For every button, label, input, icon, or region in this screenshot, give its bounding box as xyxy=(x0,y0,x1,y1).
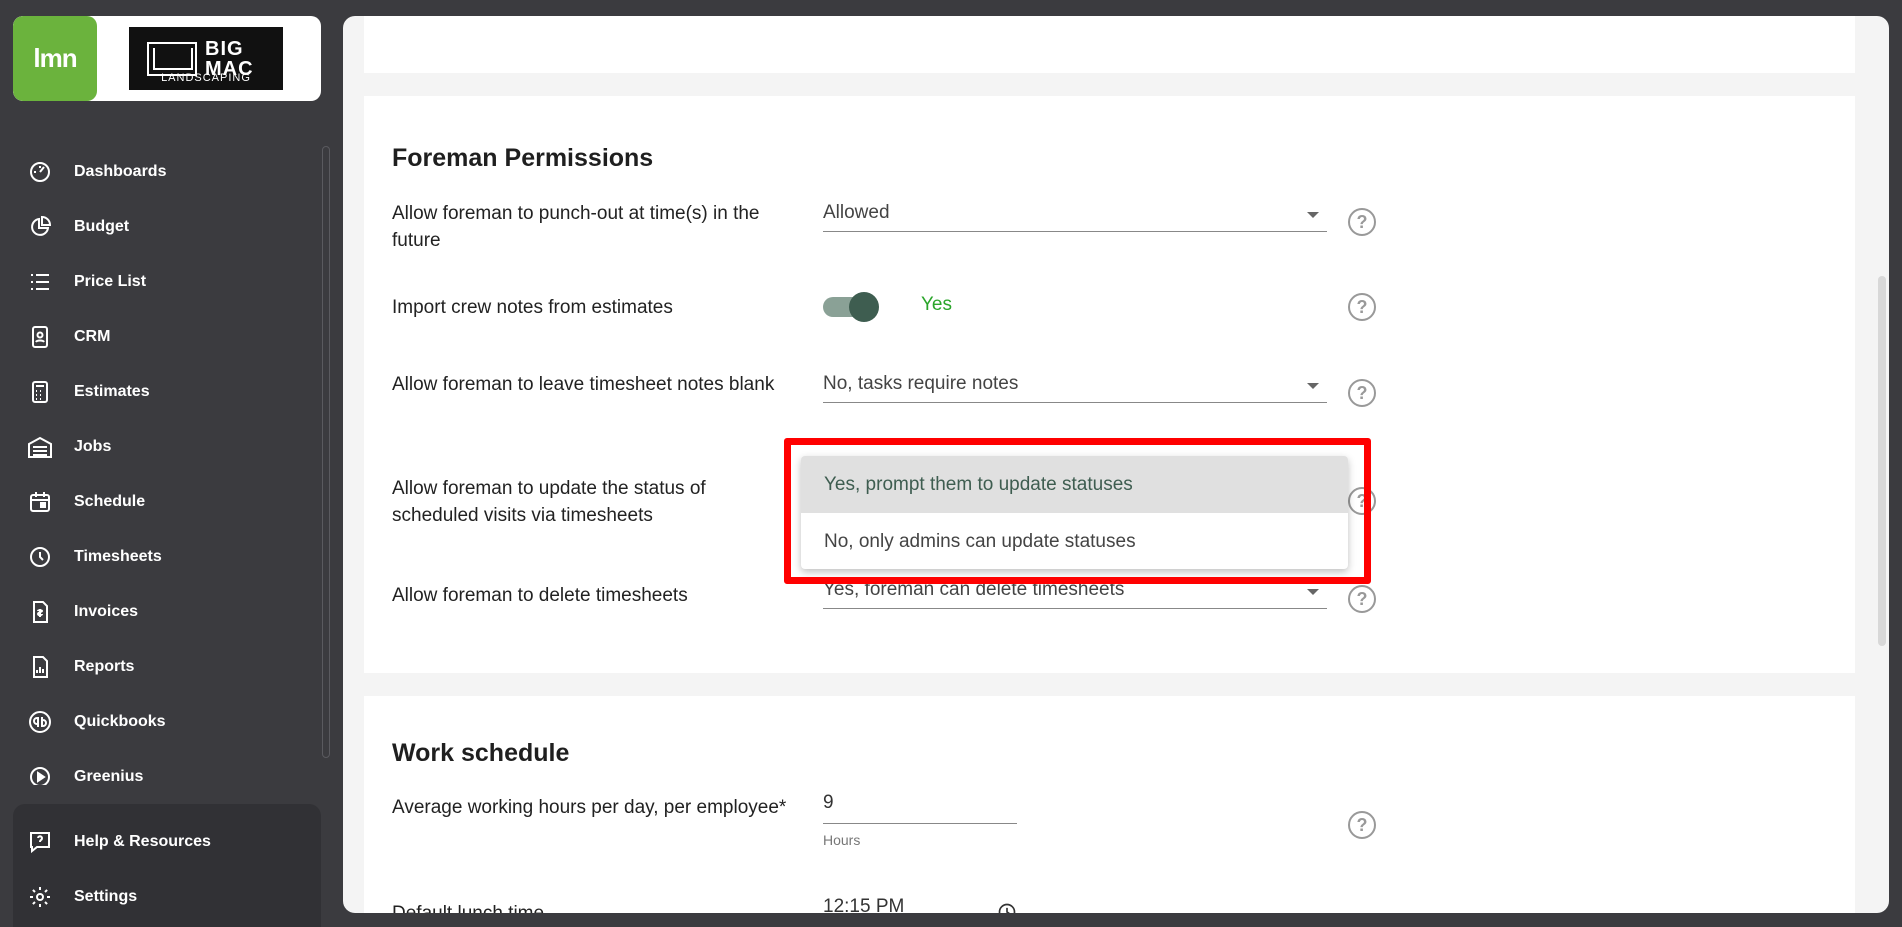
sidebar-nav: Dashboards Budget Price List CRM Estimat… xyxy=(0,145,320,785)
annotation-highlight-box xyxy=(784,438,1371,584)
timesheet-notes-label: Allow foreman to leave timesheet notes b… xyxy=(392,374,775,395)
input-value: 9 xyxy=(823,792,834,813)
company-logo-mark xyxy=(147,41,197,76)
sidebar-item-schedule[interactable]: Schedule xyxy=(0,482,320,522)
sidebar-scrollbar[interactable] xyxy=(322,146,330,758)
punch-out-label: Allow foreman to punch-out at time(s) in… xyxy=(392,203,760,251)
sidebar-item-settings[interactable]: Settings xyxy=(0,877,320,917)
lunch-time-label: Default lunch time xyxy=(392,900,792,913)
sidebar-item-estimates[interactable]: Estimates xyxy=(0,372,320,412)
calendar-icon xyxy=(27,489,53,515)
garage-icon xyxy=(27,434,53,460)
delete-timesheets-label: Allow foreman to delete timesheets xyxy=(392,585,688,606)
sidebar-item-label: Greenius xyxy=(74,768,144,785)
logo-box: lmn BIG MAC LANDSCAPING xyxy=(13,16,321,101)
sidebar-item-label: Price List xyxy=(74,273,147,290)
input-value: 12:15 PM xyxy=(823,896,905,913)
clock-icon xyxy=(27,544,53,570)
contact-card-icon xyxy=(27,324,53,350)
sidebar-item-jobs[interactable]: Jobs xyxy=(0,427,320,467)
list-icon xyxy=(27,269,53,295)
sidebar-item-help[interactable]: Help & Resources xyxy=(0,822,320,862)
sidebar-item-label: Quickbooks xyxy=(74,713,166,730)
sidebar-item-label: CRM xyxy=(74,328,111,345)
sidebar: lmn BIG MAC LANDSCAPING Dashboards Budge… xyxy=(0,0,335,927)
import-notes-label: Import crew notes from estimates xyxy=(392,297,673,318)
help-icon[interactable]: ? xyxy=(1348,379,1376,407)
help-chat-icon xyxy=(27,829,53,855)
sidebar-item-label: Jobs xyxy=(74,438,112,455)
sidebar-item-label: Estimates xyxy=(74,383,150,400)
timesheet-notes-select[interactable]: No, tasks require notes xyxy=(823,363,1327,403)
invoice-icon xyxy=(27,599,53,625)
sidebar-item-price-list[interactable]: Price List xyxy=(0,262,320,302)
sidebar-item-label: Schedule xyxy=(74,493,146,510)
help-icon[interactable]: ? xyxy=(1348,585,1376,613)
sidebar-item-label: Help & Resources xyxy=(74,833,211,850)
select-value: Allowed xyxy=(823,202,890,223)
toggle-knob xyxy=(849,292,879,322)
dashboard-icon xyxy=(27,159,53,185)
help-glyph: ? xyxy=(1356,382,1368,403)
working-hours-label: Average working hours per day, per emplo… xyxy=(392,797,787,818)
punch-out-select[interactable]: Allowed xyxy=(823,192,1327,232)
section-title: Foreman Permissions xyxy=(392,144,654,172)
caret-down-icon xyxy=(1307,212,1319,218)
help-glyph: ? xyxy=(1356,211,1368,232)
help-icon[interactable]: ? xyxy=(1348,811,1376,839)
play-icon xyxy=(27,764,53,785)
gear-icon xyxy=(27,884,53,910)
company-logo: BIG MAC LANDSCAPING xyxy=(129,27,283,90)
select-value: No, tasks require notes xyxy=(823,373,1019,394)
lmn-logo[interactable]: lmn xyxy=(13,16,97,101)
quickbooks-icon xyxy=(27,709,53,735)
sidebar-item-dashboards[interactable]: Dashboards xyxy=(0,152,320,192)
sidebar-item-label: Timesheets xyxy=(74,548,162,565)
sidebar-item-quickbooks[interactable]: Quickbooks xyxy=(0,702,320,742)
sidebar-item-label: Budget xyxy=(74,218,130,235)
sidebar-item-invoices[interactable]: Invoices xyxy=(0,592,320,632)
help-glyph: ? xyxy=(1356,296,1368,317)
company-logo-sub: LANDSCAPING xyxy=(161,72,251,84)
sidebar-item-timesheets[interactable]: Timesheets xyxy=(0,537,320,577)
clock-icon[interactable] xyxy=(997,902,1017,913)
work-schedule-card: Work schedule Average working hours per … xyxy=(364,696,1855,913)
sidebar-item-reports[interactable]: Reports xyxy=(0,647,320,687)
main-scrollbar[interactable] xyxy=(1878,276,1886,646)
toggle-state-label: Yes xyxy=(921,294,952,315)
sidebar-item-crm[interactable]: CRM xyxy=(0,317,320,357)
sidebar-item-label: Invoices xyxy=(74,603,139,620)
sidebar-item-greenius[interactable]: Greenius xyxy=(0,757,320,785)
calculator-icon xyxy=(27,379,53,405)
section-title: Work schedule xyxy=(392,739,570,767)
caret-down-icon xyxy=(1307,589,1319,595)
caret-down-icon xyxy=(1307,383,1319,389)
lmn-logo-text: lmn xyxy=(33,43,77,73)
pie-chart-icon xyxy=(27,214,53,240)
sidebar-item-label: Dashboards xyxy=(74,163,167,180)
import-notes-toggle[interactable] xyxy=(823,292,879,322)
input-hint: Hours xyxy=(823,832,861,848)
report-icon xyxy=(27,654,53,680)
sidebar-item-budget[interactable]: Budget xyxy=(0,207,320,247)
lunch-time-input[interactable]: 12:15 PM xyxy=(823,888,1017,913)
working-hours-input[interactable]: 9 xyxy=(823,784,1017,824)
sidebar-item-label: Settings xyxy=(74,888,138,905)
help-icon[interactable]: ? xyxy=(1348,208,1376,236)
help-glyph: ? xyxy=(1356,814,1368,835)
previous-section-card xyxy=(364,16,1855,73)
sidebar-bottom-panel: Help & Resources Settings xyxy=(13,804,321,927)
help-icon[interactable]: ? xyxy=(1348,293,1376,321)
foreman-permissions-card: Foreman Permissions Allow foreman to pun… xyxy=(364,96,1855,673)
sidebar-item-label: Reports xyxy=(74,658,135,675)
update-status-label: Allow foreman to update the status of sc… xyxy=(392,478,706,526)
company-logo-line1: BIG xyxy=(205,37,244,60)
help-glyph: ? xyxy=(1356,588,1368,609)
